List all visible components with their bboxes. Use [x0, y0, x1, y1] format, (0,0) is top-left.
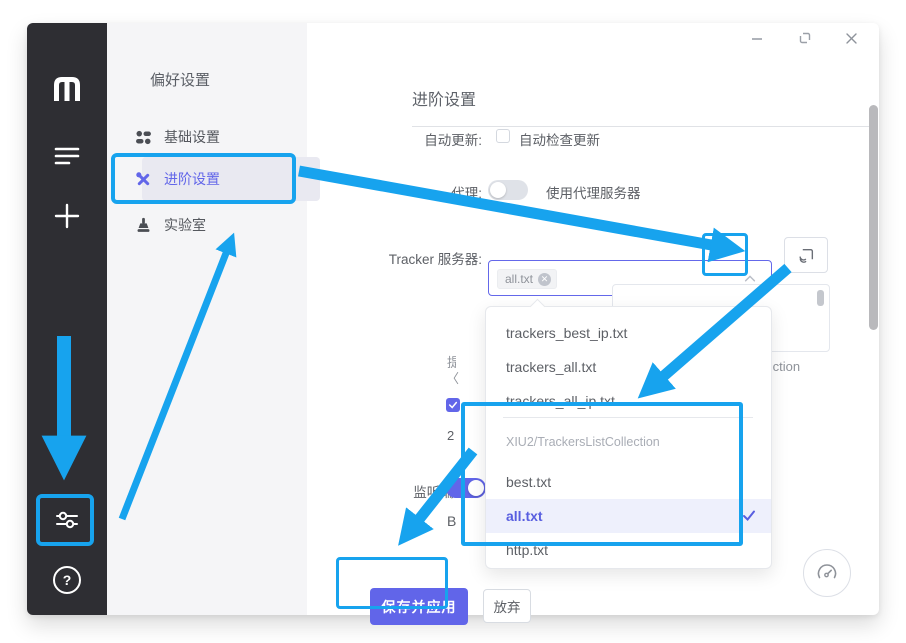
menu-label-lab: 实验室: [164, 215, 206, 235]
annotation-box-save-button: [336, 557, 448, 609]
tracker-label: Tracker 服务器:: [334, 248, 482, 268]
tag-close-icon[interactable]: ✕: [538, 273, 551, 286]
minimize-icon: [751, 32, 763, 44]
annotation-box-advanced-menu: [111, 153, 296, 204]
dropdown-item[interactable]: trackers_best_ip.txt: [486, 316, 771, 350]
auto-sync-checkbox-checked[interactable]: [446, 398, 460, 412]
lab-icon: [135, 217, 152, 234]
proxy-text: 使用代理服务器: [546, 182, 641, 202]
motrix-logo: [27, 75, 107, 103]
maximize-icon: [799, 32, 811, 44]
check-icon: [448, 400, 458, 410]
motrix-m-logo-icon: [52, 75, 82, 103]
task-list-glyph: [54, 145, 80, 167]
annotation-box-settings-icon: [36, 494, 94, 546]
task-list-icon[interactable]: [27, 145, 107, 167]
menu-label-basic: 基础设置: [164, 127, 220, 147]
tracker-tag-text: all.txt: [505, 272, 533, 286]
auto-update-label: 自动更新:: [334, 129, 482, 149]
textarea-scrollbar[interactable]: [817, 290, 824, 306]
annotation-box-dropdown-group: [461, 402, 743, 546]
sync-info-fragment: 2: [447, 428, 454, 443]
dropdown-item[interactable]: trackers_all.txt: [486, 350, 771, 384]
auto-check-update-checkbox[interactable]: [496, 129, 510, 143]
add-task-icon[interactable]: [27, 203, 107, 229]
discard-button[interactable]: 放弃: [483, 589, 531, 623]
sync-tracker-icon: [798, 247, 815, 264]
preferences-title: 偏好设置: [150, 69, 210, 90]
check-icon: [742, 509, 756, 523]
preferences-panel: 偏好设置 基础设置 进阶设置: [107, 23, 307, 615]
bt-fragment: B: [447, 513, 456, 529]
page-title: 进阶设置: [412, 86, 476, 110]
close-button[interactable]: [843, 30, 859, 46]
maximize-button[interactable]: [797, 30, 813, 46]
speed-gauge-button[interactable]: [803, 549, 851, 597]
proxy-label: 代理:: [334, 182, 482, 202]
close-icon: [845, 32, 858, 45]
sidebar-item-lab[interactable]: 实验室: [135, 214, 206, 236]
annotation-box-chevron: [702, 233, 748, 276]
help-glyph: ?: [53, 566, 81, 594]
basic-settings-icon: [135, 129, 152, 146]
title-divider: [412, 126, 872, 127]
proxy-toggle-knob: [490, 182, 506, 198]
help-icon[interactable]: ?: [27, 566, 107, 594]
window-scrollbar[interactable]: [869, 105, 878, 330]
sync-tracker-button[interactable]: [784, 237, 828, 273]
sidebar-item-basic-settings[interactable]: 基础设置: [135, 126, 220, 148]
tracker-tag: all.txt ✕: [497, 269, 557, 289]
speed-gauge-icon: [815, 561, 839, 585]
app-window: ? 偏好设置 基础设置: [27, 23, 879, 615]
proxy-toggle[interactable]: [488, 180, 528, 200]
auto-check-update-text[interactable]: 自动检查更新: [519, 129, 600, 149]
hint-fragment-left2: 〈: [446, 368, 459, 387]
hint-fragment-left1: 提: [447, 352, 456, 368]
plus-glyph: [54, 203, 80, 229]
minimize-button[interactable]: [749, 30, 765, 46]
